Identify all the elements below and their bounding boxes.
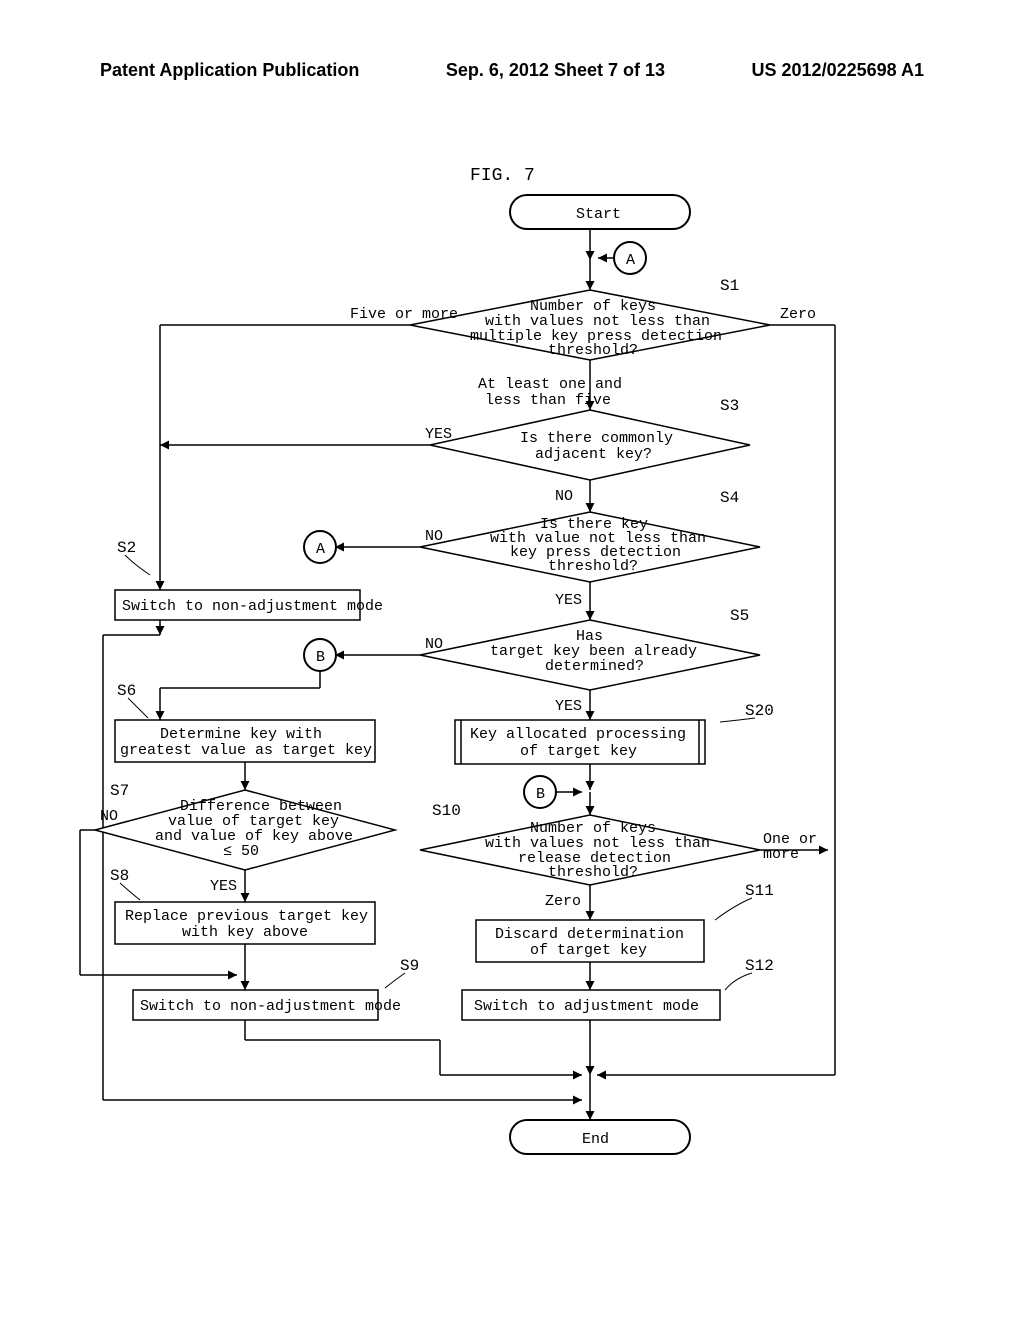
branch-s10-zero: Zero xyxy=(545,893,581,910)
connector-b-left: B xyxy=(304,639,336,671)
connector-a-mid: A xyxy=(304,531,336,563)
flowchart-svg: FIG. 7 Start A Number of keys with value… xyxy=(0,0,1024,1320)
svg-text:B: B xyxy=(536,786,545,803)
svg-text:Start: Start xyxy=(576,206,621,223)
decision-s7: Difference between value of target key a… xyxy=(95,790,395,870)
step-label-s4: S4 xyxy=(720,489,739,507)
decision-s1: Number of keys with values not less than… xyxy=(410,290,770,360)
svg-text:determined?: determined? xyxy=(545,658,644,675)
svg-text:Discard determination: Discard determination xyxy=(495,926,684,943)
subroutine-s20: Key allocated processing of target key xyxy=(455,720,705,764)
connector-a-top: A xyxy=(614,242,646,274)
decision-s4: Is there key with value not less than ke… xyxy=(420,512,760,582)
svg-text:Key allocated processing: Key allocated processing xyxy=(470,726,686,743)
branch-s3-yes: YES xyxy=(425,426,452,443)
decision-s5: Has target key been already determined? xyxy=(420,620,760,690)
step-label-s3: S3 xyxy=(720,397,739,415)
step-label-s20: S20 xyxy=(745,702,774,720)
branch-s1-right: Zero xyxy=(780,306,816,323)
svg-text:threshold?: threshold? xyxy=(548,864,638,881)
step-label-s2: S2 xyxy=(117,539,136,557)
branch-s10-right2: more xyxy=(763,846,799,863)
svg-text:A: A xyxy=(316,541,325,558)
svg-text:with key above: with key above xyxy=(182,924,308,941)
start-terminal: Start xyxy=(510,195,690,229)
svg-text:adjacent key?: adjacent key? xyxy=(535,446,652,463)
branch-s1-mid1: At least one and xyxy=(478,376,622,393)
branch-s4-yes: YES xyxy=(555,592,582,609)
svg-text:threshold?: threshold? xyxy=(548,342,638,359)
branch-s7-yes: YES xyxy=(210,878,237,895)
svg-text:End: End xyxy=(582,1131,609,1148)
svg-text:Switch to non-adjustment mode: Switch to non-adjustment mode xyxy=(122,598,383,615)
svg-text:Is there commonly: Is there commonly xyxy=(520,430,673,447)
step-label-s9: S9 xyxy=(400,957,419,975)
step-label-s10: S10 xyxy=(432,802,461,820)
step-label-s8: S8 xyxy=(110,867,129,885)
decision-s3: Is there commonly adjacent key? xyxy=(430,410,750,480)
end-terminal: End xyxy=(510,1120,690,1154)
svg-text:B: B xyxy=(316,649,325,666)
svg-text:Switch to adjustment mode: Switch to adjustment mode xyxy=(474,998,699,1015)
branch-s1-mid2: less than five xyxy=(485,392,611,409)
branch-s4-no: NO xyxy=(425,528,443,545)
branch-s7-no: NO xyxy=(100,808,118,825)
branch-s1-left: Five or more xyxy=(350,306,458,323)
process-s2: Switch to non-adjustment mode xyxy=(115,590,383,620)
process-s6: Determine key with greatest value as tar… xyxy=(115,720,375,762)
step-label-s6: S6 xyxy=(117,682,136,700)
step-label-s12: S12 xyxy=(745,957,774,975)
svg-text:Switch to non-adjustment mode: Switch to non-adjustment mode xyxy=(140,998,401,1015)
svg-text:≤ 50: ≤ 50 xyxy=(223,843,259,860)
process-s9: Switch to non-adjustment mode xyxy=(133,990,401,1020)
svg-text:of target key: of target key xyxy=(530,942,647,959)
branch-s5-no: NO xyxy=(425,636,443,653)
step-label-s1: S1 xyxy=(720,277,739,295)
svg-text:of target key: of target key xyxy=(520,743,637,760)
svg-text:threshold?: threshold? xyxy=(548,558,638,575)
process-s12: Switch to adjustment mode xyxy=(462,990,720,1020)
branch-s3-no: NO xyxy=(555,488,573,505)
decision-s10: Number of keys with values not less than… xyxy=(420,815,760,885)
step-label-s7: S7 xyxy=(110,782,129,800)
svg-text:greatest value as target key: greatest value as target key xyxy=(120,742,372,759)
svg-text:Determine key with: Determine key with xyxy=(160,726,322,743)
svg-text:A: A xyxy=(626,252,635,269)
step-label-s11: S11 xyxy=(745,882,774,900)
figure-title: FIG. 7 xyxy=(470,166,535,186)
process-s8: Replace previous target key with key abo… xyxy=(115,902,375,944)
svg-text:Replace previous target key: Replace previous target key xyxy=(125,908,368,925)
step-label-s5: S5 xyxy=(730,607,749,625)
process-s11: Discard determination of target key xyxy=(476,920,704,962)
connector-b-right: B xyxy=(524,776,556,808)
branch-s5-yes: YES xyxy=(555,698,582,715)
